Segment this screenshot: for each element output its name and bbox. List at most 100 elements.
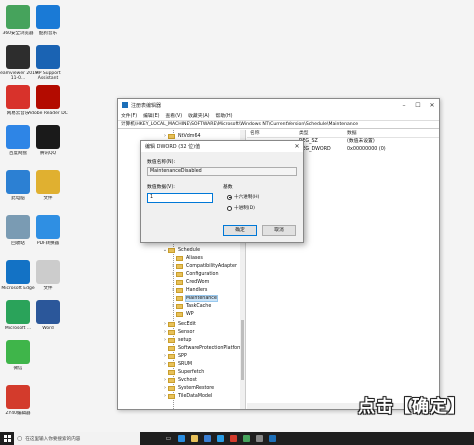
tree-node[interactable]: › Handlers [170,286,207,294]
value-data-field[interactable]: 1 [147,193,213,203]
desktop-icon[interactable]: 文件 [28,260,68,296]
explorer-taskbar-icon[interactable] [188,432,201,445]
desktop-icon[interactable]: 文件 [28,170,68,206]
tree-node-label: CredWom [186,279,210,285]
instruction-caption: 点击【确定】 [358,397,466,417]
menu-bar: 文件(F) 编辑(E) 查看(V) 收藏夹(A) 帮助(H) [118,111,439,120]
tree-node[interactable]: SoftwareProtectionPlatform [162,344,244,352]
edit-dword-dialog[interactable]: 编辑 DWORD (32 位)值 ✕ 数值名称(N): MaintenanceD… [140,140,304,243]
tree-node[interactable]: › Sensor [162,328,194,336]
desktop-icon[interactable]: PDF转换器 [28,215,68,251]
hexadecimal-label: 十六进制(H) [234,195,260,200]
scroll-thumb[interactable] [241,320,244,380]
search-icon: ○ [17,435,23,442]
tree-node-label: Maintenance [185,294,218,302]
folder-icon [168,321,175,327]
tree-node[interactable]: Aliases [170,254,203,262]
column-data[interactable]: 数据 [347,130,439,137]
column-name[interactable]: 名称 [247,130,299,137]
browser-taskbar-icon[interactable] [240,432,253,445]
radio-selected-icon [227,194,232,200]
desktop-icon[interactable]: 酷狗音乐 [28,5,68,41]
tree-node[interactable]: › TaskCache [170,302,211,310]
tree-node[interactable]: › TileDataModel [162,392,212,400]
folder-icon [168,329,175,335]
desktop-icon[interactable] [28,340,68,376]
cloud-icon [6,125,30,149]
wechat-icon [6,340,30,364]
tree-node[interactable]: › setup [162,336,191,344]
menu-view[interactable]: 查看(V) [165,112,182,119]
desktop-icon[interactable]: Word [28,300,68,336]
desktop-icon[interactable]: ZY40编辑器 [0,385,38,421]
store-taskbar-icon[interactable] [201,432,214,445]
column-type[interactable]: 类型 [299,130,347,137]
document-icon [36,260,60,284]
qq-taskbar-icon[interactable] [214,432,227,445]
folder-icon [176,303,183,309]
desktop-icon-label: ZY40编辑器 [5,411,31,416]
value-name-label: 数值名称(N): [147,160,176,165]
address-bar[interactable]: 计算机\HKEY_LOCAL_MACHINE\SOFTWARE\Microsof… [118,120,439,129]
cancel-button[interactable]: 取消 [262,225,296,236]
edge-taskbar-icon[interactable] [175,432,188,445]
value-name-field[interactable]: MaintenanceDisabled [147,167,297,176]
tree-node[interactable]: CredWom [170,278,209,286]
tree-node[interactable]: › SRUM [162,360,192,368]
tree-node[interactable]: › NtVdm64 [162,132,201,140]
maximize-icon[interactable]: ☐ [411,99,425,111]
task-view-icon[interactable]: ▭ [162,432,175,445]
desktop-icon-label: PDF转换器 [36,241,60,246]
folder-icon [168,345,175,351]
folder-icon [168,337,175,343]
close-icon[interactable]: ✕ [291,143,303,150]
tree-node[interactable]: › Svchost [162,376,197,384]
value-type: REG_DWORD [299,147,331,152]
dialog-title-bar[interactable]: 编辑 DWORD (32 位)值 ✕ [141,141,303,152]
folder-icon [168,385,175,391]
tree-node[interactable]: WP [170,310,194,318]
window-title: 注册表编辑器 [131,102,162,109]
menu-help[interactable]: 帮助(H) [216,112,233,119]
tree-node[interactable]: › SystemRestore [162,384,214,392]
close-icon[interactable]: ✕ [425,99,439,111]
windows-start-icon[interactable] [0,432,14,445]
folder-icon [176,279,183,285]
tree-node[interactable]: › SPP [162,352,187,360]
ok-button[interactable]: 确定 [223,225,257,236]
regedit-taskbar-icon[interactable] [266,432,279,445]
desktop-icon[interactable]: 腾讯QQ [28,125,68,161]
menu-file[interactable]: 文件(F) [121,112,137,119]
tree-node[interactable]: › SecEdit [162,320,196,328]
tree-node-label: SystemRestore [178,385,215,391]
decimal-radio[interactable]: 十进制(D) [227,205,255,211]
folder-icon [176,263,183,269]
hexadecimal-radio[interactable]: 十六进制(H) [227,194,259,200]
folder-icon [168,353,175,359]
decimal-label: 十进制(D) [234,206,255,211]
tree-node[interactable]: Maintenance [170,294,218,302]
menu-favorites[interactable]: 收藏夹(A) [188,112,209,119]
folder-icon [168,247,175,253]
tree-node-label: Configuration [186,271,219,277]
tree-node-label: Svchost [178,377,197,383]
title-bar[interactable]: 注册表编辑器 – ☐ ✕ [118,99,439,111]
tree-node[interactable]: Superfetch [162,368,204,376]
desktop-icon[interactable]: HP Support Assistant [28,45,68,81]
desktop-icon-label: HP Support Assistant [35,71,61,81]
desktop-icon-label: 文件 [43,196,53,201]
folder-icon [176,287,183,293]
media-taskbar-icon[interactable] [227,432,240,445]
tree-node[interactable]: › Configuration [170,270,219,278]
value-type: REG_SZ [299,139,318,144]
settings-taskbar-icon[interactable] [253,432,266,445]
minimize-icon[interactable]: – [397,99,411,111]
tree-node[interactable]: ⌄ Schedule [162,246,200,254]
tree-node-label: TileDataModel [178,393,213,399]
desktop-icon[interactable]: Adobe Reader DC [28,85,68,121]
menu-edit[interactable]: 编辑(E) [143,112,159,119]
search-box[interactable]: ○ 在这里输入你要搜索的内容 [14,432,140,445]
tree-node-label: setup [178,337,192,343]
tree-node[interactable]: › CompatibilityAdapter [170,262,237,270]
tree-node-label: SoftwareProtectionPlatform [178,345,244,351]
